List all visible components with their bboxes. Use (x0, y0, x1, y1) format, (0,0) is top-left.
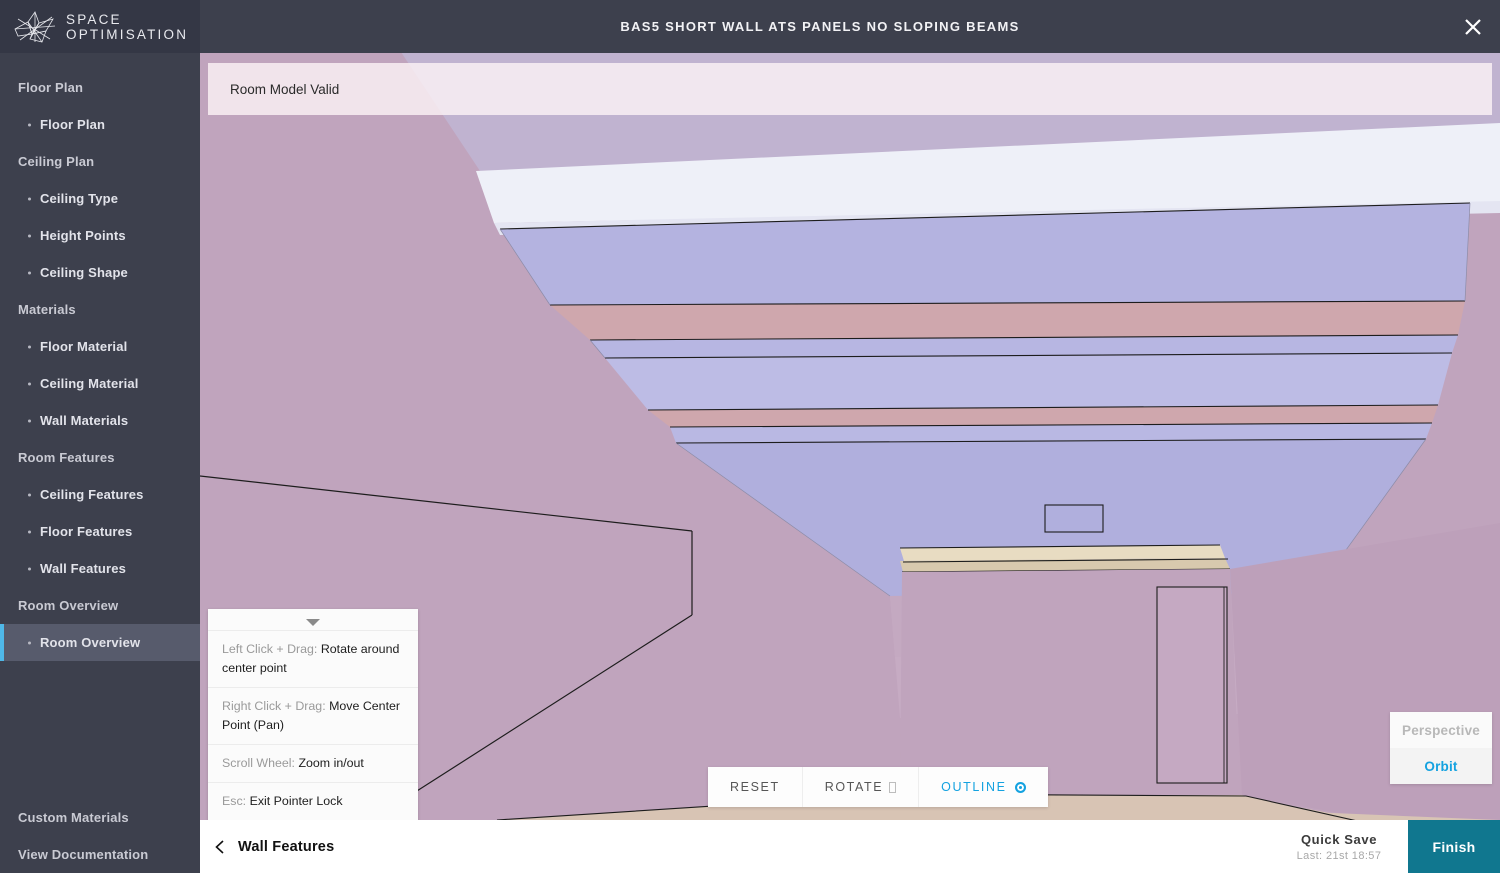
brand-logo[interactable]: SPACE OPTIMISATION (0, 0, 200, 53)
outline-label: OUTLINE (941, 780, 1007, 794)
sidebar-group-room-overview: Room Overview (18, 598, 119, 613)
sidebar-item-wall-features[interactable]: Wall Features (0, 550, 200, 587)
camera-mode-toggle: Perspective Orbit (1390, 712, 1492, 784)
missing-glyph-box-icon (889, 781, 897, 793)
sidebar-item-label: Room Overview (40, 635, 141, 650)
close-icon (1465, 19, 1481, 35)
sidebar-item-label: Floor Material (40, 339, 128, 354)
sidebar-item-view-documentation[interactable]: View Documentation (0, 836, 200, 873)
status-text: Room Model Valid (230, 81, 340, 97)
sidebar-item-ceiling-material[interactable]: Ceiling Material (0, 365, 200, 402)
brand-text: SPACE OPTIMISATION (66, 12, 188, 42)
sidebar-item-height-points[interactable]: Height Points (0, 217, 200, 254)
app-root: SPACE OPTIMISATION Floor Plan Floor Plan C… (0, 0, 1500, 873)
room-3d-viewport[interactable]: Room Model Valid Left Click + Drag: Rota… (200, 53, 1500, 820)
rotate-button[interactable]: ROTATE (803, 767, 920, 807)
viewer-controls-bar: RESET ROTATE OUTLINE (708, 767, 1048, 807)
sidebar-item-room-overview[interactable]: Room Overview (0, 624, 200, 661)
sidebar-group-floor-plan: Floor Plan (18, 80, 84, 95)
top-bar: BAS5 SHORT WALL ATS PANELS NO SLOPING BE… (200, 0, 1500, 53)
brand-line-2: OPTIMISATION (66, 26, 189, 42)
camera-mode-orbit[interactable]: Orbit (1390, 748, 1492, 784)
quick-save-timestamp: Last: 21st 18:57 (1296, 849, 1382, 862)
rotate-label: ROTATE (824, 780, 884, 794)
sidebar-footer-nav: Custom Materials View Documentation (0, 799, 200, 873)
sidebar-item-label: Wall Materials (40, 413, 129, 428)
help-key: Right Click + Drag: (222, 699, 326, 713)
sidebar-item-floor-plan[interactable]: Floor Plan (0, 106, 200, 143)
sidebar-item-ceiling-features[interactable]: Ceiling Features (0, 476, 200, 513)
sidebar-nav: Floor Plan Floor Plan Ceiling Plan Ceiling … (0, 53, 200, 661)
bullet-icon (28, 493, 31, 496)
status-banner: Room Model Valid (208, 63, 1492, 115)
quick-save-label: Quick Save (1300, 831, 1378, 847)
radio-on-icon (1014, 781, 1026, 793)
help-row: Left Click + Drag: Rotate around center … (208, 630, 418, 687)
page-title: BAS5 SHORT WALL ATS PANELS NO SLOPING BE… (620, 19, 1020, 34)
sidebar-item-label: Floor Plan (40, 117, 106, 132)
brand-line-1: SPACE (66, 11, 122, 27)
bullet-icon (28, 234, 31, 237)
help-row: Right Click + Drag: Move Center Point (P… (208, 687, 418, 744)
bullet-icon (28, 641, 31, 644)
bullet-icon (28, 530, 31, 533)
bullet-icon (28, 123, 31, 126)
sidebar-item-label: Ceiling Type (40, 191, 119, 206)
starburst-logo-icon (14, 10, 56, 42)
chevron-left-icon (215, 839, 224, 854)
sidebar-item-label: Ceiling Material (40, 376, 139, 391)
outline-toggle-button[interactable]: OUTLINE (919, 767, 1047, 807)
quick-save-button[interactable]: Quick Save Last: 21st 18:57 (1270, 820, 1408, 873)
sidebar-item-wall-materials[interactable]: Wall Materials (0, 402, 200, 439)
help-value: Exit Pointer Lock (249, 794, 343, 808)
bullet-icon (28, 419, 31, 422)
sidebar: SPACE OPTIMISATION Floor Plan Floor Plan C… (0, 0, 200, 873)
sidebar-item-label: Floor Features (40, 524, 133, 539)
back-button[interactable]: Wall Features (200, 820, 334, 873)
help-collapse-button[interactable] (208, 609, 418, 630)
sidebar-item-floor-material[interactable]: Floor Material (0, 328, 200, 365)
sidebar-group-room-features: Room Features (18, 450, 115, 465)
sidebar-item-custom-materials[interactable]: Custom Materials (0, 799, 200, 836)
bullet-icon (28, 197, 31, 200)
bullet-icon (28, 345, 31, 348)
camera-mode-perspective[interactable]: Perspective (1390, 712, 1492, 748)
sidebar-item-label: Ceiling Shape (40, 265, 128, 280)
bullet-icon (28, 567, 31, 570)
sidebar-item-ceiling-type[interactable]: Ceiling Type (0, 180, 200, 217)
reset-view-button[interactable]: RESET (708, 767, 803, 807)
bullet-icon (28, 382, 31, 385)
back-label: Wall Features (238, 838, 335, 855)
help-value: Zoom in/out (298, 756, 364, 770)
help-key: Left Click + Drag: (222, 642, 318, 656)
sidebar-group-materials: Materials (18, 302, 76, 317)
finish-label: Finish (1432, 838, 1476, 855)
help-key: Scroll Wheel: (222, 756, 295, 770)
viewer-help-panel: Left Click + Drag: Rotate around center … (208, 609, 418, 820)
sidebar-item-floor-features[interactable]: Floor Features (0, 513, 200, 550)
footer-bar: Wall Features Quick Save Last: 21st 18:5… (200, 820, 1500, 873)
chevron-down-icon (306, 619, 320, 626)
sidebar-item-label: Height Points (40, 228, 126, 243)
help-key: Esc: (222, 794, 247, 808)
sidebar-item-label: Wall Features (40, 561, 126, 576)
sidebar-group-ceiling-plan: Ceiling Plan (18, 154, 95, 169)
help-row: Esc: Exit Pointer Lock (208, 782, 418, 820)
sidebar-item-ceiling-shape[interactable]: Ceiling Shape (0, 254, 200, 291)
close-button[interactable] (1456, 10, 1490, 44)
bullet-icon (28, 271, 31, 274)
finish-button[interactable]: Finish (1408, 820, 1500, 873)
footer-spacer (334, 820, 1270, 873)
help-row: Scroll Wheel: Zoom in/out (208, 744, 418, 782)
sidebar-item-label: Ceiling Features (40, 487, 144, 502)
reset-label: RESET (730, 780, 780, 794)
